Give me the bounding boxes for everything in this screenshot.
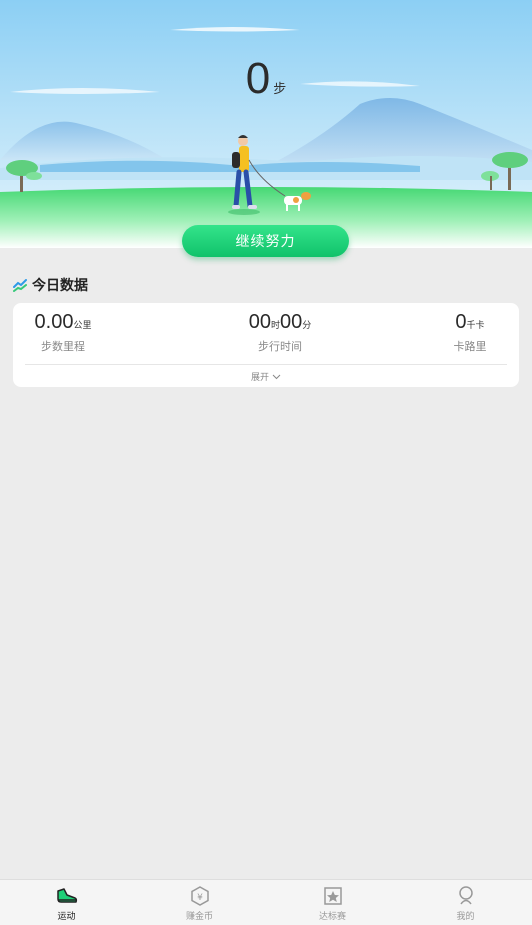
tab-earn-coins[interactable]: ¥ 赚金币 <box>133 880 266 925</box>
distance-value: 0.00 <box>34 311 74 333</box>
tab-mine[interactable]: 我的 <box>399 880 532 925</box>
card-divider <box>25 364 507 365</box>
tab-sport[interactable]: 运动 <box>0 880 133 925</box>
distance-label: 步数里程 <box>41 340 85 353</box>
calories-unit: 千卡 <box>466 321 485 331</box>
calories-label: 卡路里 <box>453 340 487 353</box>
bottom-tab-bar: 运动 ¥ 赚金币 达标赛 我的 <box>0 879 532 925</box>
step-count-unit: 步 <box>273 82 287 97</box>
profile-icon <box>458 886 473 905</box>
walk-minutes-value: 00 <box>280 311 303 333</box>
today-data-heading: 今日数据 <box>13 275 88 295</box>
walk-time-label: 步行时间 <box>258 340 302 353</box>
calories-metric: 0千卡 卡路里 <box>450 311 490 354</box>
expand-label: 展开 <box>251 373 270 383</box>
shoe-icon <box>56 888 77 903</box>
tab-label: 达标赛 <box>318 912 346 922</box>
walk-time-metric: 00时00分 步行时间 <box>238 311 322 354</box>
step-count-value: 0 <box>245 54 271 103</box>
star-trophy-icon <box>323 887 342 905</box>
expand-toggle[interactable]: 展开 <box>13 370 519 383</box>
distance-unit: 公里 <box>73 321 92 331</box>
tab-label: 运动 <box>57 912 76 922</box>
walk-hours-value: 00 <box>248 311 271 333</box>
today-data-card: 0.00公里 步数里程 00时00分 步行时间 0千卡 卡路里 展开 <box>13 303 519 387</box>
distance-metric: 0.00公里 步数里程 <box>33 311 93 354</box>
coin-hexagon-icon: ¥ <box>190 886 209 906</box>
walk-hours-unit: 时 <box>270 321 280 331</box>
step-count: 0步 <box>0 54 532 104</box>
tab-label: 我的 <box>456 912 475 922</box>
calories-value: 0 <box>455 311 467 333</box>
walking-scene-illustration <box>0 0 532 248</box>
svg-text:¥: ¥ <box>197 893 203 903</box>
tab-challenge[interactable]: 达标赛 <box>266 880 399 925</box>
walk-minutes-unit: 分 <box>302 321 312 331</box>
keep-going-button[interactable]: 继续努力 <box>182 225 349 257</box>
tab-label: 赚金币 <box>185 912 213 922</box>
hero-banner: 0步 <box>0 0 532 248</box>
chevron-down-icon <box>272 374 281 380</box>
today-data-title: 今日数据 <box>32 278 88 294</box>
trend-chart-icon <box>13 279 27 292</box>
